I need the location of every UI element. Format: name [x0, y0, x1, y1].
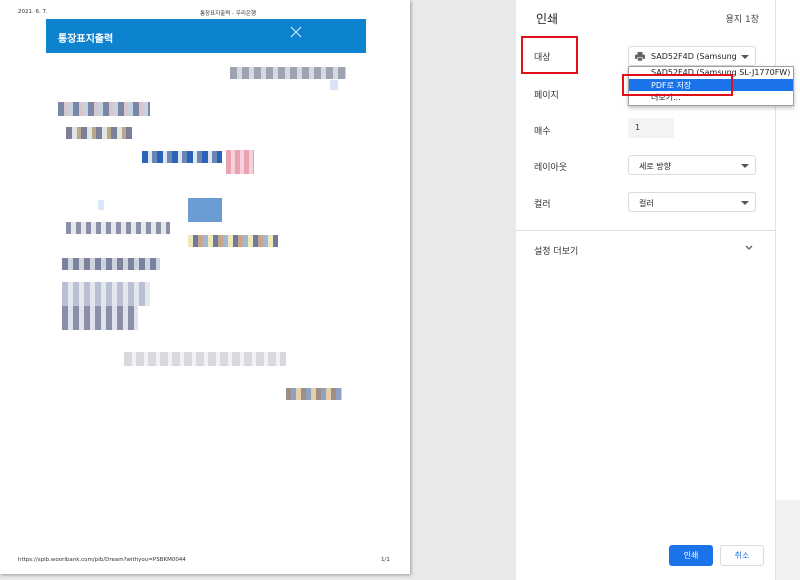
blurred-image-1 [188, 198, 222, 222]
print-preview-area: 2021. 6. 7. 통장표지출력 - 우리은행 통장표지출력 https:/… [0, 0, 516, 580]
chevron-down-icon[interactable] [744, 244, 754, 252]
printer-icon [635, 52, 645, 61]
layout-value: 세로 방향 [639, 162, 671, 171]
blurred-text-10 [62, 258, 160, 270]
caret-down-icon [741, 201, 749, 205]
blurred-text-6 [226, 150, 254, 174]
destination-select[interactable]: SAD52F4D (Samsung [628, 46, 756, 66]
sheet-count: 용지 1장 [725, 15, 759, 25]
pages-label: 페이지 [534, 91, 559, 101]
blurred-text-13 [124, 352, 286, 366]
divider [516, 230, 775, 231]
layout-label: 레이아웃 [534, 163, 568, 173]
blurred-text-5 [142, 151, 222, 163]
blurred-text-12 [62, 306, 138, 330]
blurred-text-2 [330, 80, 338, 90]
blurred-text-14 [286, 388, 342, 400]
color-select[interactable]: 컬러 [628, 192, 756, 212]
print-button[interactable]: 인쇄 [669, 545, 713, 566]
banner-title: 통장표지출력 [58, 34, 114, 45]
scrollbar-bottom [776, 500, 800, 580]
blurred-text-11 [62, 282, 150, 306]
page-footer-url: https://spib.wooribank.com/pib/Dream?wit… [18, 557, 186, 563]
page-footer-number: 1/1 [381, 557, 390, 563]
page-header-title: 통장표지출력 - 우리은행 [200, 11, 257, 17]
highlight-destination-label [521, 36, 578, 74]
color-value: 컬러 [639, 199, 654, 208]
close-icon [290, 26, 302, 38]
more-settings-toggle[interactable]: 설정 더보기 [534, 244, 578, 257]
panel-title: 인쇄 [536, 12, 559, 26]
blurred-text-3 [58, 102, 150, 116]
blurred-text-9 [188, 235, 278, 247]
blurred-text-4 [66, 127, 132, 139]
copies-label: 매수 [534, 127, 551, 137]
highlight-save-pdf-option [622, 74, 733, 96]
layout-select[interactable]: 세로 방향 [628, 155, 756, 175]
caret-down-icon [741, 55, 749, 59]
page-banner: 통장표지출력 [46, 19, 366, 53]
destination-value: SAD52F4D (Samsung [651, 52, 737, 61]
blurred-text-8 [66, 222, 170, 234]
blurred-text-1 [230, 67, 346, 79]
preview-page: 2021. 6. 7. 통장표지출력 - 우리은행 통장표지출력 https:/… [0, 0, 410, 574]
cancel-button[interactable]: 취소 [720, 545, 764, 566]
copies-input[interactable]: 1 [628, 118, 674, 138]
caret-down-icon [741, 164, 749, 168]
page-header-date: 2021. 6. 7. [18, 9, 48, 15]
color-label: 컬러 [534, 200, 551, 210]
blurred-text-7 [98, 200, 104, 210]
copies-value: 1 [635, 123, 641, 132]
